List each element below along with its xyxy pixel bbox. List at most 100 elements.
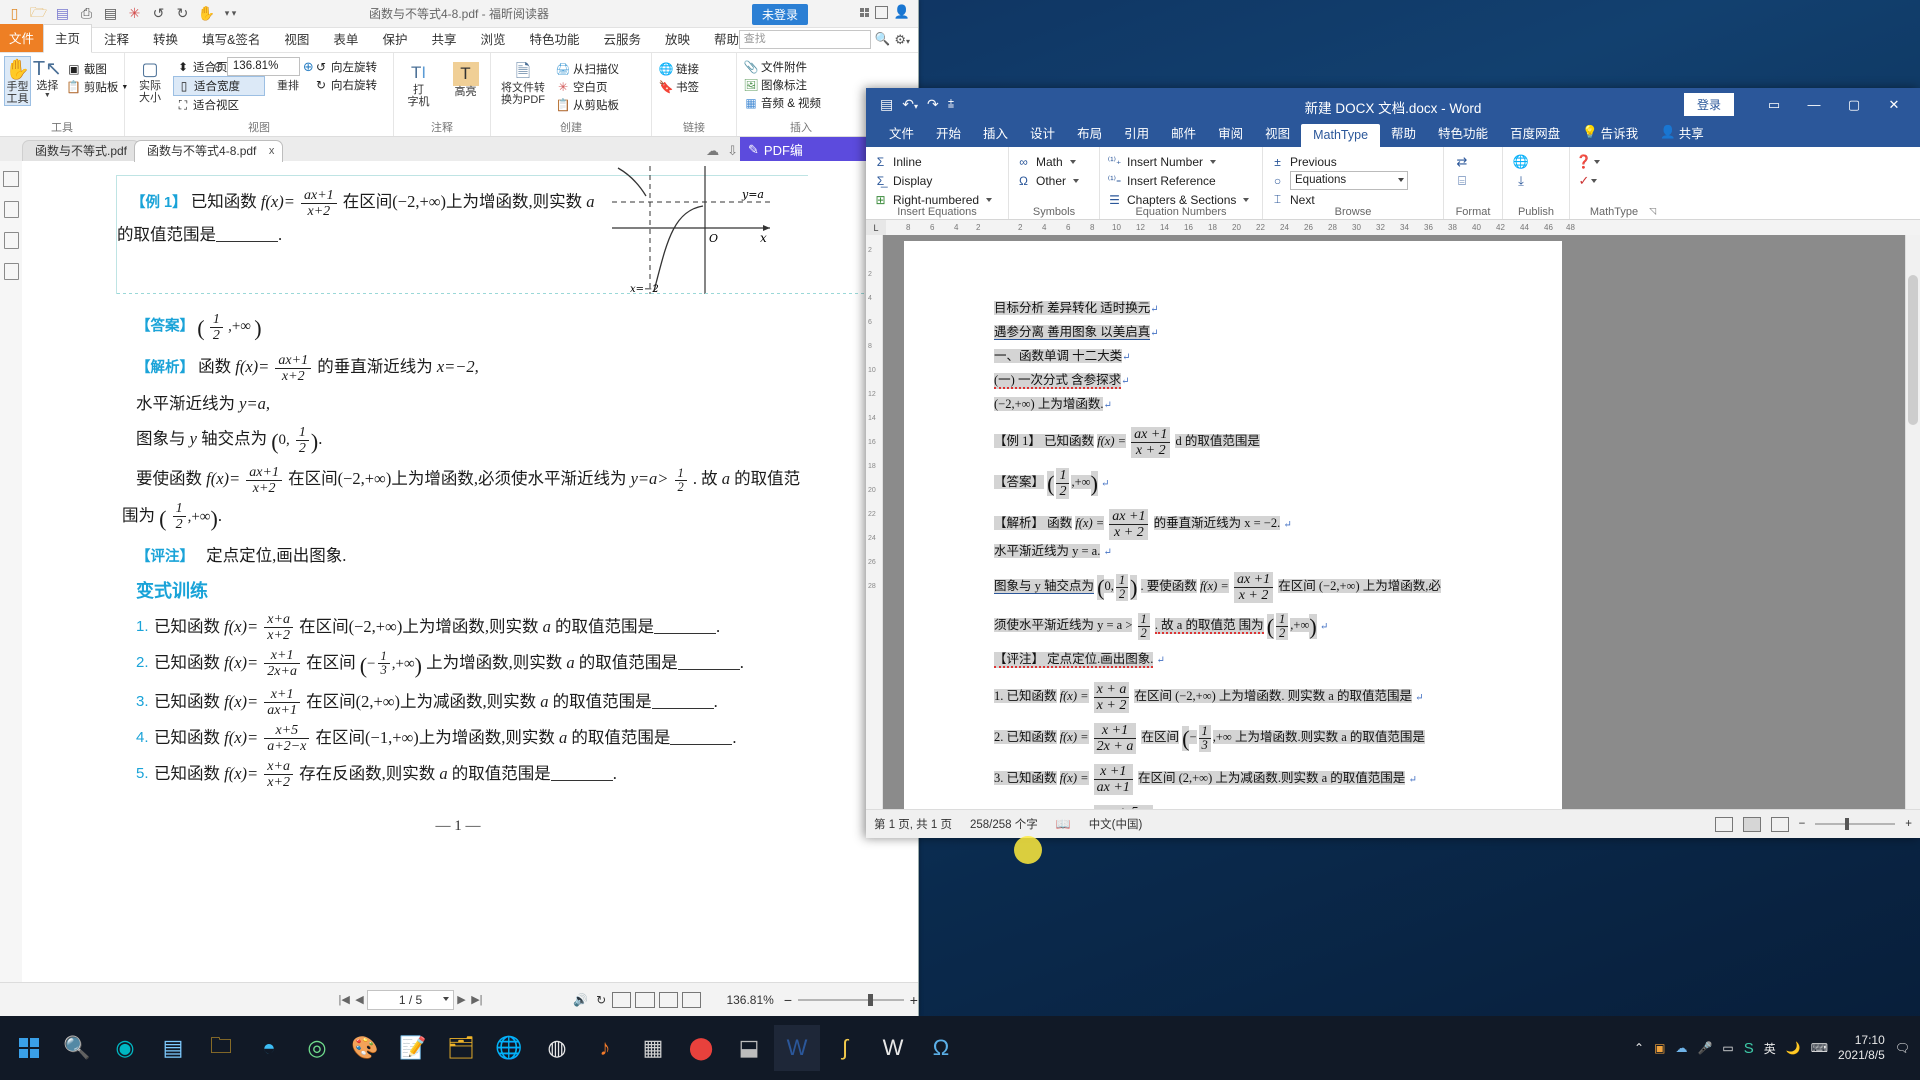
tab-annotate[interactable]: 注释 (92, 25, 141, 52)
sogou-icon[interactable]: S (1744, 1040, 1754, 1057)
foxit-login-button[interactable]: 未登录 (751, 4, 808, 25)
word-zoom-out-button[interactable]: − (1799, 818, 1806, 830)
chevron-down-icon[interactable] (1398, 178, 1404, 182)
tab-tell-me[interactable]: 💡 告诉我 (1571, 119, 1649, 147)
notifications-icon[interactable]: 🗨 (1895, 1041, 1910, 1055)
prev-page-button[interactable]: ◀ (352, 993, 367, 1006)
format-equations-icon[interactable]: ⌸ (1451, 171, 1473, 190)
word-document-canvas[interactable]: 2 2 4 6 8 10 12 14 16 18 20 22 24 26 28 (866, 235, 1920, 810)
scrollbar-thumb[interactable] (1908, 275, 1918, 425)
single-page-view-icon[interactable] (612, 991, 632, 1008)
tab-design[interactable]: 设计 (1019, 119, 1066, 147)
tab-layout[interactable]: 布局 (1066, 119, 1113, 147)
fit-visible-button[interactable]: ⛶ 适合视区 (173, 96, 265, 114)
fit-width-button[interactable]: ▯ 适合宽度 (173, 76, 265, 96)
folder-explorer-icon[interactable]: 🗀 (198, 1025, 244, 1071)
tab-view[interactable]: 视图 (272, 25, 321, 52)
other-icon[interactable]: Ω (918, 1025, 964, 1071)
display-button[interactable]: Σ̲ Display (873, 171, 1001, 190)
doc-tab-2[interactable]: 函数与不等式4-8.pdf x (134, 140, 284, 162)
tab-cloud[interactable]: 云服务 (592, 25, 654, 52)
read-mode-icon[interactable] (1714, 816, 1733, 832)
bookmark-button[interactable]: 🔖 书签 (656, 78, 732, 96)
ie-icon[interactable]: 🌐 (486, 1025, 532, 1071)
tab-help[interactable]: 帮助 (1380, 119, 1427, 147)
publish-web-icon[interactable]: 🌐 (1510, 152, 1532, 171)
highlight-button[interactable]: T 高亮 (445, 60, 486, 98)
word-zoom-in-button[interactable]: + (1905, 818, 1912, 830)
print-layout-icon[interactable] (1742, 816, 1761, 832)
chevron-down-icon[interactable] (1594, 159, 1601, 164)
convert-to-pdf-button[interactable]: 🗎 将文件转 换为PDF (495, 58, 551, 106)
foxit-window-controls[interactable]: 👤 (859, 4, 910, 20)
note-icon[interactable]: 📝 (390, 1025, 436, 1071)
next-page-button[interactable]: ▶ (454, 993, 469, 1006)
word-icon[interactable]: W (774, 1025, 820, 1071)
chevron-down-icon[interactable]: ▼ (44, 92, 51, 99)
chevron-down-icon[interactable] (442, 996, 449, 1001)
foxit-search-area[interactable]: 查找 🔍 ⚙▾ (738, 30, 910, 49)
word-page[interactable]: 目标分析 差异转化 适时换元↵ 遇参分离 善用图象 以美启真↵ 一、函数单调 十… (904, 241, 1562, 810)
pages-panel-icon[interactable] (3, 201, 19, 218)
tab-stop-selector[interactable]: L (866, 220, 886, 236)
tab-baidu-netdisk[interactable]: 百度网盘 (1499, 119, 1571, 147)
tab-references[interactable]: 引用 (1113, 119, 1160, 147)
music-icon[interactable]: ♪ (582, 1025, 628, 1071)
tab-form[interactable]: 表单 (321, 25, 370, 52)
app-icon[interactable]: ▣ (1654, 1041, 1665, 1055)
inline-button[interactable]: Σ Inline (873, 152, 1001, 171)
word-page-count[interactable]: 第 1 页, 共 1 页 (874, 816, 952, 832)
foxit-side-rail[interactable] (0, 161, 23, 983)
cortana-icon[interactable]: ◉ (102, 1025, 148, 1071)
other-button[interactable]: Ω Other (1016, 171, 1092, 190)
start-icon[interactable] (6, 1025, 52, 1071)
actual-size-button[interactable]: ▢ 实际 大小 (129, 56, 171, 104)
insert-number-button[interactable]: ⁽¹⁾₊ Insert Number (1107, 152, 1255, 171)
word-document-body[interactable]: 目标分析 差异转化 适时换元↵ 遇参分离 善用图象 以美启真↵ 一、函数单调 十… (904, 241, 1562, 810)
taskbar-clock[interactable]: 17:10 2021/8/5 (1838, 1033, 1885, 1063)
cloud-icon[interactable]: ☁ (1675, 1041, 1687, 1055)
dialog-launcher-icon[interactable]: ◹ (1649, 206, 1656, 217)
mic-icon[interactable]: 🎤 (1697, 1041, 1712, 1055)
record-icon[interactable]: ⬤ (678, 1025, 724, 1071)
file-attachment-button[interactable]: 📎 文件附件 (741, 58, 861, 76)
ime-extra-icon[interactable]: 🌙 (1786, 1041, 1801, 1055)
tab-mathtype[interactable]: MathType (1301, 124, 1381, 147)
word-window-controls[interactable]: ▭ — ▢ ✕ (1754, 88, 1914, 121)
first-page-button[interactable]: |◀ (336, 993, 351, 1006)
link-button[interactable]: 🌐 链接 (656, 60, 732, 78)
maximize-icon[interactable]: ▢ (1834, 88, 1874, 121)
mathtype-icon[interactable]: ∫ (822, 1025, 868, 1071)
tab-view[interactable]: 视图 (1254, 119, 1301, 147)
browser-icon[interactable]: ◎ (294, 1025, 340, 1071)
bookmarks-panel-icon[interactable] (3, 171, 19, 187)
ribbon-display-icon[interactable]: ▭ (1754, 88, 1794, 121)
taskbar-tray[interactable]: ⌃ ▣ ☁ 🎤 ▭ S 英 🌙 ⌨ 17:10 2021/8/5 🗨 (1634, 1033, 1920, 1063)
facing-scroll-view-icon[interactable] (682, 991, 702, 1008)
select-tool-button[interactable]: T↖ 选择 ▼ (33, 56, 62, 99)
zoom-out-button[interactable]: − (784, 992, 792, 1008)
tab-home[interactable]: 开始 (925, 119, 972, 147)
download-icon[interactable]: ⇩ (727, 143, 738, 159)
tab-file[interactable]: 文件 (878, 119, 925, 147)
tab-file[interactable]: 文件 (0, 24, 44, 52)
foxit-ribbon-tabs[interactable]: 文件 主页 注释 转换 填写&签名 视图 表单 保护 共享 浏览 特色功能 云服… (0, 24, 918, 53)
foxit-icon[interactable]: W (870, 1025, 916, 1071)
close-icon[interactable]: x (269, 141, 275, 162)
zoom-slider-handle[interactable] (1845, 818, 1850, 830)
tab-features[interactable]: 特色功能 (517, 25, 591, 52)
zoom-in-button[interactable]: + (910, 992, 918, 1008)
ime-kb-icon[interactable]: ⌨ (1811, 1041, 1828, 1055)
account-icon[interactable]: 👤 (894, 4, 910, 20)
chevron-down-icon[interactable] (986, 197, 993, 202)
minimize-icon[interactable]: — (1794, 88, 1834, 121)
zoom-controls[interactable]: ⊖ 136.81% ⊕ (213, 57, 314, 76)
from-clipboard-button[interactable]: 📋 从剪贴板 (553, 96, 622, 114)
zoom-out-icon[interactable]: ⊖ (213, 59, 224, 75)
layout-grid-icon[interactable] (859, 7, 869, 17)
insert-reference-button[interactable]: ⁽¹⁾₌ Insert Reference (1107, 171, 1255, 190)
screenshot-icon[interactable]: ⬓ (726, 1025, 772, 1071)
rotate-right-button[interactable]: ↻ 向右旋转 (311, 76, 380, 94)
file-explorer-icon[interactable]: 🗂 (438, 1025, 484, 1071)
paint-icon[interactable]: 🎨 (342, 1025, 388, 1071)
